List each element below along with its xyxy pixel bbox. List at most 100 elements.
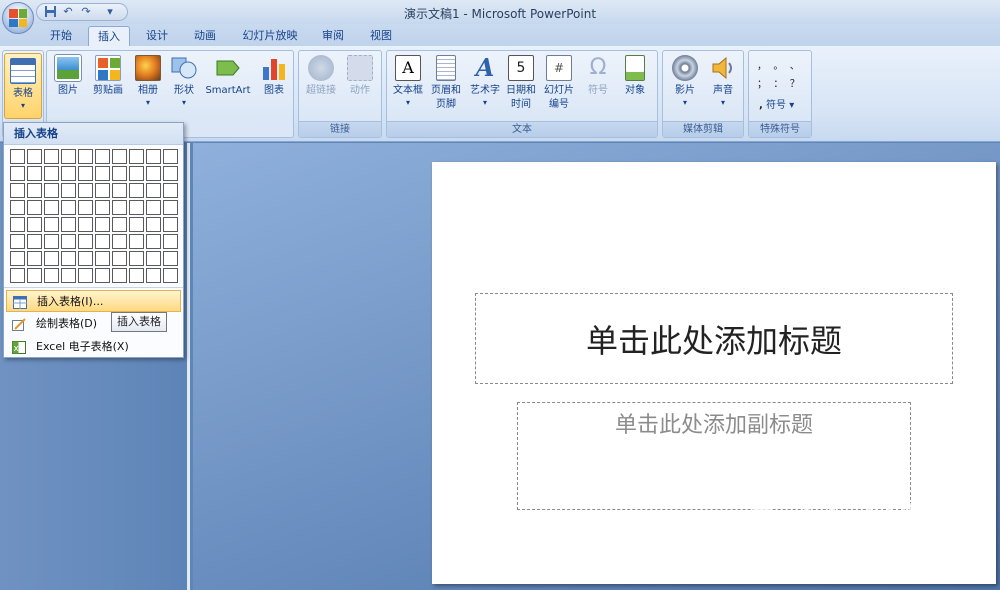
tab-slideshow[interactable]: 幻灯片放映 [234,26,306,46]
textbox-button[interactable]: A 文本框 ▾ [389,55,427,108]
table-grid-cell[interactable] [27,149,42,164]
table-grid-cell[interactable] [129,217,144,232]
slide-number-button[interactable]: # 幻灯片 编号 [539,55,579,112]
table-grid-cell[interactable] [146,200,161,215]
table-grid-cell[interactable] [163,217,178,232]
tab-design[interactable]: 设计 [136,26,178,46]
table-grid-cell[interactable] [95,217,110,232]
tab-view[interactable]: 视图 [360,26,402,46]
hyperlink-button[interactable]: 超链接 [303,55,339,98]
table-grid-cell[interactable] [163,149,178,164]
table-grid-cell[interactable] [146,183,161,198]
table-grid-cell[interactable] [44,268,59,283]
sound-button[interactable]: 声音 ▾ [705,55,741,108]
table-grid-cell[interactable] [61,166,76,181]
header-footer-button[interactable]: 页眉和 页脚 [427,55,465,112]
table-grid-cell[interactable] [95,234,110,249]
table-grid-cell[interactable] [44,183,59,198]
movie-button[interactable]: 影片 ▾ [667,55,703,108]
table-grid-cell[interactable] [146,149,161,164]
tab-animations[interactable]: 动画 [184,26,226,46]
table-grid-cell[interactable] [112,149,127,164]
table-grid-cell[interactable] [146,217,161,232]
table-grid-cell[interactable] [78,200,93,215]
punctuation-row-1[interactable]: ， 。 、 [757,57,800,72]
table-grid-cell[interactable] [163,183,178,198]
clipart-button[interactable]: 剪贴画 [89,55,127,98]
table-grid-cell[interactable] [146,166,161,181]
table-grid-cell[interactable] [78,268,93,283]
table-grid-cell[interactable] [129,251,144,266]
symbol-button[interactable]: Ω 符号 [583,55,613,98]
table-grid-cell[interactable] [78,251,93,266]
table-grid-cell[interactable] [129,166,144,181]
table-grid-cell[interactable] [129,183,144,198]
table-grid-cell[interactable] [163,166,178,181]
table-grid-cell[interactable] [146,251,161,266]
table-grid-cell[interactable] [78,183,93,198]
table-size-grid[interactable] [10,149,178,283]
table-grid-cell[interactable] [112,251,127,266]
table-grid-cell[interactable] [163,200,178,215]
date-time-button[interactable]: 5 日期和 时间 [503,55,539,112]
table-grid-cell[interactable] [10,217,25,232]
office-button[interactable] [2,2,34,34]
table-grid-cell[interactable] [44,217,59,232]
table-grid-cell[interactable] [10,200,25,215]
table-grid-cell[interactable] [44,234,59,249]
table-grid-cell[interactable] [78,234,93,249]
table-grid-cell[interactable] [78,217,93,232]
wordart-button[interactable]: A 艺术字 ▾ [467,55,503,108]
table-grid-cell[interactable] [27,217,42,232]
table-grid-cell[interactable] [61,149,76,164]
table-grid-cell[interactable] [112,268,127,283]
table-grid-cell[interactable] [44,166,59,181]
table-grid-cell[interactable] [27,268,42,283]
table-grid-cell[interactable] [112,217,127,232]
table-grid-cell[interactable] [112,234,127,249]
excel-spreadsheet-menu-item[interactable]: x Excel 电子表格(X) [6,336,181,358]
table-grid-cell[interactable] [112,200,127,215]
title-placeholder[interactable]: 单击此处添加标题 [475,293,953,384]
tab-home[interactable]: 开始 [40,26,82,46]
table-grid-cell[interactable] [129,200,144,215]
table-grid-cell[interactable] [95,268,110,283]
insert-table-menu-item[interactable]: 插入表格(I)... [6,290,181,312]
table-grid-cell[interactable] [78,149,93,164]
table-grid-cell[interactable] [10,234,25,249]
table-grid-cell[interactable] [95,251,110,266]
shapes-button[interactable]: 形状 ▾ [169,55,199,108]
table-grid-cell[interactable] [146,234,161,249]
table-grid-cell[interactable] [95,183,110,198]
special-symbol-button[interactable]: , 符号 ▾ [759,96,794,111]
table-grid-cell[interactable] [61,234,76,249]
table-button[interactable]: 表格 ▾ [4,53,42,119]
table-grid-cell[interactable] [10,149,25,164]
table-grid-cell[interactable] [129,268,144,283]
table-grid-cell[interactable] [95,200,110,215]
table-grid-cell[interactable] [112,183,127,198]
tab-insert[interactable]: 插入 [88,26,130,46]
tab-review[interactable]: 审阅 [312,26,354,46]
table-grid-cell[interactable] [44,200,59,215]
table-grid-cell[interactable] [146,268,161,283]
object-button[interactable]: 对象 [619,55,651,98]
photo-album-button[interactable]: 相册 ▾ [133,55,163,108]
table-grid-cell[interactable] [27,200,42,215]
table-grid-cell[interactable] [61,183,76,198]
table-grid-cell[interactable] [163,234,178,249]
table-grid-cell[interactable] [27,183,42,198]
table-grid-cell[interactable] [10,183,25,198]
table-grid-cell[interactable] [95,149,110,164]
table-grid-cell[interactable] [163,268,178,283]
table-grid-cell[interactable] [27,234,42,249]
table-grid-cell[interactable] [44,149,59,164]
table-grid-cell[interactable] [10,166,25,181]
table-grid-cell[interactable] [61,268,76,283]
table-grid-cell[interactable] [10,251,25,266]
table-grid-cell[interactable] [61,251,76,266]
smartart-button[interactable]: SmartArt [203,55,253,98]
action-button[interactable]: 动作 [343,55,377,98]
table-grid-cell[interactable] [95,166,110,181]
punctuation-row-2[interactable]: ； ： ？ [757,75,800,90]
